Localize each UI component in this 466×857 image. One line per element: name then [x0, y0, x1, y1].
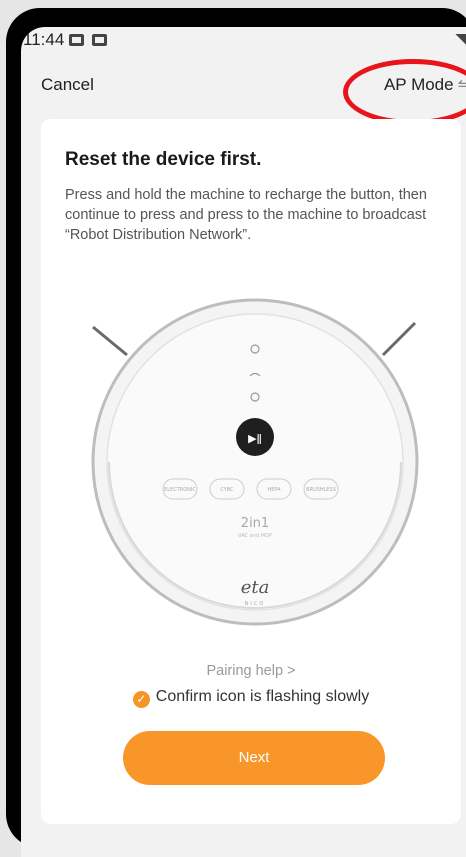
model-label: 2in1	[241, 516, 269, 531]
instruction-card: Reset the device first. Press and hold t…	[41, 119, 461, 824]
status-bar: 11:44 ◥.ıl	[21, 27, 466, 55]
confirm-checkbox[interactable]: ✓ Confirm icon is flashing slowly	[41, 688, 461, 708]
wifi-signal-icon: ◥.ıl	[455, 30, 466, 46]
gallery-notification-icon	[69, 34, 84, 46]
model-sub-label: VAC and MOP	[238, 533, 272, 539]
screen: 11:44 ◥.ıl Cancel AP Mode⇋ Reset the dev…	[21, 27, 466, 857]
label-brushless: BRUSHLESS	[306, 487, 336, 493]
robot-vacuum-illustration: ▶ǁ ELECTRONIC CYBC HEPA BRUSHLESS 2in1 V…	[91, 298, 419, 626]
left-brush-icon	[92, 325, 128, 357]
label-cybc: CYBC	[220, 487, 234, 493]
app-notification-icon	[92, 34, 107, 46]
card-title: Reset the device first.	[65, 149, 262, 170]
card-description: Press and hold the machine to recharge t…	[65, 187, 427, 243]
phone-frame: 11:44 ◥.ıl Cancel AP Mode⇋ Reset the dev…	[6, 8, 466, 857]
brand-sub-label: NICO	[245, 601, 266, 607]
next-button[interactable]: Next	[123, 731, 385, 785]
label-hepa: HEPA	[267, 487, 281, 493]
highlight-circle-annotation	[343, 59, 466, 125]
robot-vacuum-image: ▶ǁ ELECTRONIC CYBC HEPA BRUSHLESS 2in1 V…	[85, 287, 425, 627]
play-pause-glyph: ▶ǁ	[248, 432, 262, 445]
status-time: 11:44	[23, 30, 65, 49]
right-brush-icon	[381, 321, 417, 357]
cancel-button[interactable]: Cancel	[41, 75, 94, 95]
pairing-help-link[interactable]: Pairing help >	[41, 663, 461, 679]
confirm-label: Confirm icon is flashing slowly	[155, 688, 370, 705]
brand-logo: eta	[241, 577, 270, 598]
label-electronic: ELECTRONIC	[164, 487, 196, 493]
checkmark-icon: ✓	[132, 691, 150, 708]
